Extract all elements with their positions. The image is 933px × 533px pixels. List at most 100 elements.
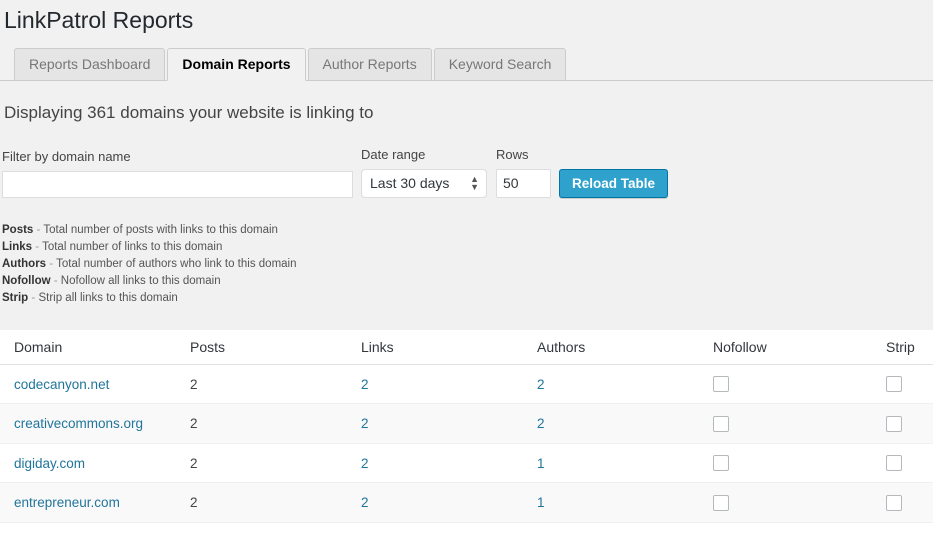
cell-nofollow — [699, 443, 872, 484]
authors-count-link[interactable]: 2 — [537, 416, 545, 431]
table-row: codecanyon.net 2 2 2 — [0, 364, 933, 405]
tab-bar: Reports Dashboard Domain Reports Author Re… — [0, 47, 933, 81]
strip-checkbox[interactable] — [886, 376, 902, 393]
links-count-link[interactable]: 2 — [361, 495, 369, 510]
domain-link[interactable]: creativecommons.org — [14, 416, 143, 431]
reload-table-button[interactable]: Reload Table — [559, 168, 669, 198]
cell-nofollow — [699, 522, 872, 533]
legend-term: Posts — [2, 223, 34, 236]
domain-link[interactable]: codecanyon.net — [14, 377, 109, 392]
cell-domain: entrepreneur.com — [0, 482, 176, 523]
legend-term: Authors — [2, 257, 47, 270]
legend-row: Links - Total number of links to this do… — [2, 239, 933, 256]
links-count-link[interactable]: 2 — [361, 416, 369, 431]
column-header-authors: Authors — [523, 330, 699, 365]
tab-reports-dashboard[interactable]: Reports Dashboard — [14, 47, 166, 81]
tab-keyword-search[interactable]: Keyword Search — [433, 47, 567, 81]
tab-author-reports[interactable]: Author Reports — [307, 47, 432, 81]
legend-description: Nofollow all links to this domain — [60, 274, 221, 287]
cell-authors: 1 — [523, 482, 699, 523]
strip-checkbox[interactable] — [886, 494, 902, 511]
filter-domain-label: Filter by domain name — [2, 148, 131, 164]
table-row: entrepreneur.com 2 2 1 — [0, 482, 933, 523]
legend-row: Nofollow - Nofollow all links to this do… — [2, 273, 933, 290]
cell-links: 2 — [347, 403, 523, 444]
filter-controls: Filter by domain name Date range Last 30… — [0, 123, 933, 198]
cell-strip — [872, 443, 933, 484]
authors-count-link[interactable]: 2 — [537, 377, 545, 392]
legend-separator: - — [35, 240, 40, 253]
cell-nofollow — [699, 403, 872, 444]
table-row: creativecommons.org 2 2 2 — [0, 403, 933, 444]
posts-count: 2 — [190, 416, 198, 432]
cell-strip — [872, 522, 933, 533]
table-row: digiday.com 2 2 1 — [0, 443, 933, 484]
cell-posts: 2 — [176, 364, 347, 405]
table-body: codecanyon.net 2 2 2 creativecommons.org 2 2 2 d… — [0, 364, 933, 533]
nofollow-checkbox[interactable] — [713, 455, 729, 472]
column-header-posts: Posts — [176, 330, 347, 365]
cell-authors: 2 — [523, 403, 699, 444]
domain-link[interactable]: entrepreneur.com — [14, 495, 120, 510]
legend-separator: - — [36, 223, 41, 236]
legend-description: Total number of posts with links to this… — [43, 223, 278, 236]
legend-term: Strip — [2, 291, 29, 304]
cell-nofollow — [699, 482, 872, 523]
nofollow-checkbox[interactable] — [713, 415, 729, 432]
cell-strip — [872, 403, 933, 444]
cell-posts: 2 — [176, 482, 347, 523]
domain-report-table: Domain Posts Links Authors Nofollow Strip cod… — [0, 330, 933, 533]
links-count-link[interactable]: 2 — [361, 377, 369, 392]
column-header-links: Links — [347, 330, 523, 365]
cell-strip — [872, 364, 933, 405]
authors-count-link[interactable]: 1 — [537, 456, 545, 471]
date-range-select-wrap: Last 30 days ▲ ▼ — [361, 168, 487, 198]
cell-nofollow — [699, 364, 872, 405]
cell-domain: creativecommons.org — [0, 403, 176, 444]
cell-links: 2 — [347, 364, 523, 405]
date-range-select[interactable]: Last 30 days — [361, 168, 487, 198]
legend-separator: - — [31, 291, 36, 304]
filter-domain-input[interactable] — [2, 170, 353, 198]
date-range-label: Date range — [361, 146, 426, 162]
posts-count: 2 — [190, 495, 198, 511]
strip-checkbox[interactable] — [886, 455, 902, 472]
legend-row: Strip - Strip all links to this domain — [2, 290, 933, 307]
strip-checkbox[interactable] — [886, 415, 902, 432]
cell-authors: 1 — [523, 443, 699, 484]
links-count-link[interactable]: 2 — [361, 456, 369, 471]
domain-link[interactable]: digiday.com — [14, 456, 85, 471]
legend-description: Total number of links to this domain — [42, 240, 223, 253]
rows-field: Rows — [496, 146, 551, 198]
legend-description: Strip all links to this domain — [38, 291, 178, 304]
tab-domain-reports[interactable]: Domain Reports — [167, 47, 306, 81]
domain-report-table-wrap: Domain Posts Links Authors Nofollow Strip cod… — [0, 330, 933, 533]
table-row: google.de222 — [0, 522, 933, 533]
cell-strip — [872, 482, 933, 523]
cell-links: 2 — [347, 482, 523, 523]
cell-domain: digiday.com — [0, 443, 176, 484]
legend-term: Links — [2, 240, 33, 253]
nofollow-checkbox[interactable] — [713, 376, 729, 393]
legend-separator: - — [53, 274, 58, 287]
legend-term: Nofollow — [2, 274, 51, 287]
nofollow-checkbox[interactable] — [713, 494, 729, 511]
date-range-field: Date range Last 30 days ▲ ▼ — [361, 146, 487, 198]
linkpatrol-reports-page: LinkPatrol Reports Reports Dashboard Doma… — [0, 0, 933, 533]
filter-domain-field: Filter by domain name — [2, 148, 353, 198]
table-head: Domain Posts Links Authors Nofollow Strip — [0, 330, 933, 365]
rows-input[interactable] — [496, 168, 551, 198]
cell-posts: 2 — [176, 443, 347, 484]
posts-count: 2 — [190, 455, 198, 471]
cell-domain: google.de — [0, 522, 176, 533]
cell-posts: 2 — [176, 522, 347, 533]
table-header-row: Domain Posts Links Authors Nofollow Strip — [0, 330, 933, 365]
cell-authors: 2 — [523, 364, 699, 405]
posts-count: 2 — [190, 376, 198, 392]
authors-count-link[interactable]: 1 — [537, 495, 545, 510]
cell-posts: 2 — [176, 403, 347, 444]
rows-label: Rows — [496, 146, 529, 162]
summary-heading: Displaying 361 domains your website is l… — [4, 102, 374, 122]
cell-links: 2 — [347, 522, 523, 533]
cell-domain: codecanyon.net — [0, 364, 176, 405]
